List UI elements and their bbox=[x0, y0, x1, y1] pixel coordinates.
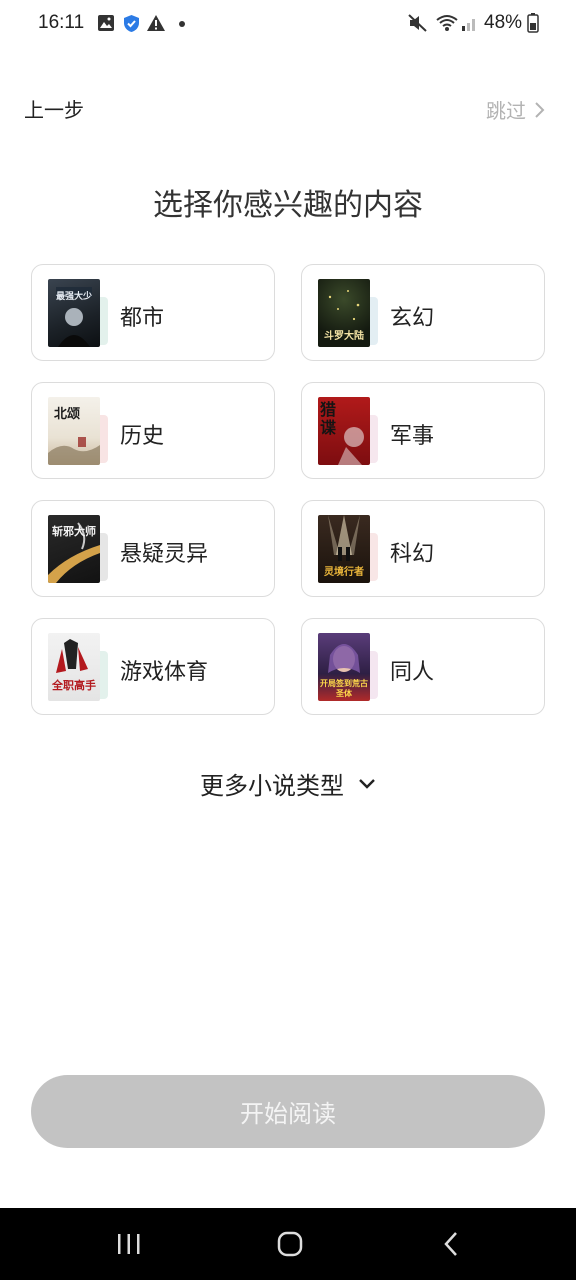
signal-icon bbox=[462, 19, 475, 31]
category-label: 游戏体育 bbox=[120, 660, 209, 685]
book-cover: 北颂 bbox=[48, 397, 100, 465]
cover-title: 全职高手 bbox=[52, 679, 96, 692]
back-nav-icon[interactable] bbox=[442, 1230, 462, 1258]
cover-title: 北颂 bbox=[54, 407, 81, 422]
cover-title: 开局签到荒古圣体 bbox=[320, 679, 368, 698]
mute-icon bbox=[408, 14, 427, 32]
category-card-youxi[interactable]: 全职高手 游戏体育 bbox=[31, 618, 275, 715]
page-title: 选择你感兴趣的内容 bbox=[153, 188, 423, 223]
more-types-button[interactable]: 更多小说类型 bbox=[0, 766, 576, 801]
cover-title: 灵境行者 bbox=[324, 567, 364, 578]
more-types-label: 更多小说类型 bbox=[200, 772, 344, 800]
battery-icon bbox=[527, 13, 539, 33]
category-card-kehuan[interactable]: 灵境行者 科幻 bbox=[301, 500, 545, 597]
cover-title: 最强大少 bbox=[55, 292, 92, 302]
image-icon bbox=[98, 15, 114, 31]
book-cover: 全职高手 bbox=[48, 633, 100, 701]
category-label: 悬疑灵异 bbox=[120, 542, 209, 567]
status-time: 16:11 bbox=[38, 12, 85, 33]
battery-percent: 48% bbox=[484, 12, 523, 33]
skip-button[interactable]: 跳过 bbox=[486, 95, 546, 124]
dot-icon bbox=[179, 21, 185, 27]
category-card-xuanyi[interactable]: 斩邪大师 悬疑灵异 bbox=[31, 500, 275, 597]
skip-label: 跳过 bbox=[486, 99, 526, 123]
category-label: 科幻 bbox=[390, 542, 435, 567]
warning-icon bbox=[147, 15, 165, 31]
cover-title: 斗罗大陆 bbox=[324, 331, 364, 342]
cover-title: 斩邪大师 bbox=[52, 525, 96, 538]
category-card-lishi[interactable]: 北颂 历史 bbox=[31, 382, 275, 479]
recent-apps-icon[interactable] bbox=[116, 1230, 142, 1258]
category-card-junshi[interactable]: 猎谍 军事 bbox=[301, 382, 545, 479]
category-label: 历史 bbox=[120, 424, 165, 449]
book-cover: 斗罗大陆 bbox=[318, 279, 370, 347]
home-icon[interactable] bbox=[276, 1230, 304, 1258]
system-nav-bar bbox=[0, 1208, 576, 1280]
category-label: 军事 bbox=[390, 424, 435, 449]
book-cover: 开局签到荒古圣体 bbox=[318, 633, 370, 701]
back-button[interactable]: 上一步 bbox=[24, 94, 84, 123]
shield-check-icon bbox=[124, 15, 139, 32]
book-cover: 猎谍 bbox=[318, 397, 370, 465]
status-bar: 16:11 48% bbox=[0, 0, 576, 48]
book-cover: 斩邪大师 bbox=[48, 515, 100, 583]
chevron-right-icon bbox=[535, 101, 545, 118]
category-label: 都市 bbox=[120, 306, 165, 331]
wifi-icon bbox=[436, 15, 458, 31]
start-reading-button[interactable]: 开始阅读 bbox=[31, 1075, 545, 1148]
category-label: 同人 bbox=[390, 660, 435, 685]
category-card-xuanhuan[interactable]: 斗罗大陆 玄幻 bbox=[301, 264, 545, 361]
category-label: 玄幻 bbox=[390, 306, 435, 331]
book-cover: 灵境行者 bbox=[318, 515, 370, 583]
category-card-tongren[interactable]: 开局签到荒古圣体 同人 bbox=[301, 618, 545, 715]
cover-title: 猎谍 bbox=[320, 400, 337, 437]
book-cover: 最强大少 bbox=[48, 279, 100, 347]
category-card-dushi[interactable]: 最强大少 都市 bbox=[31, 264, 275, 361]
chevron-down-icon bbox=[359, 778, 375, 789]
